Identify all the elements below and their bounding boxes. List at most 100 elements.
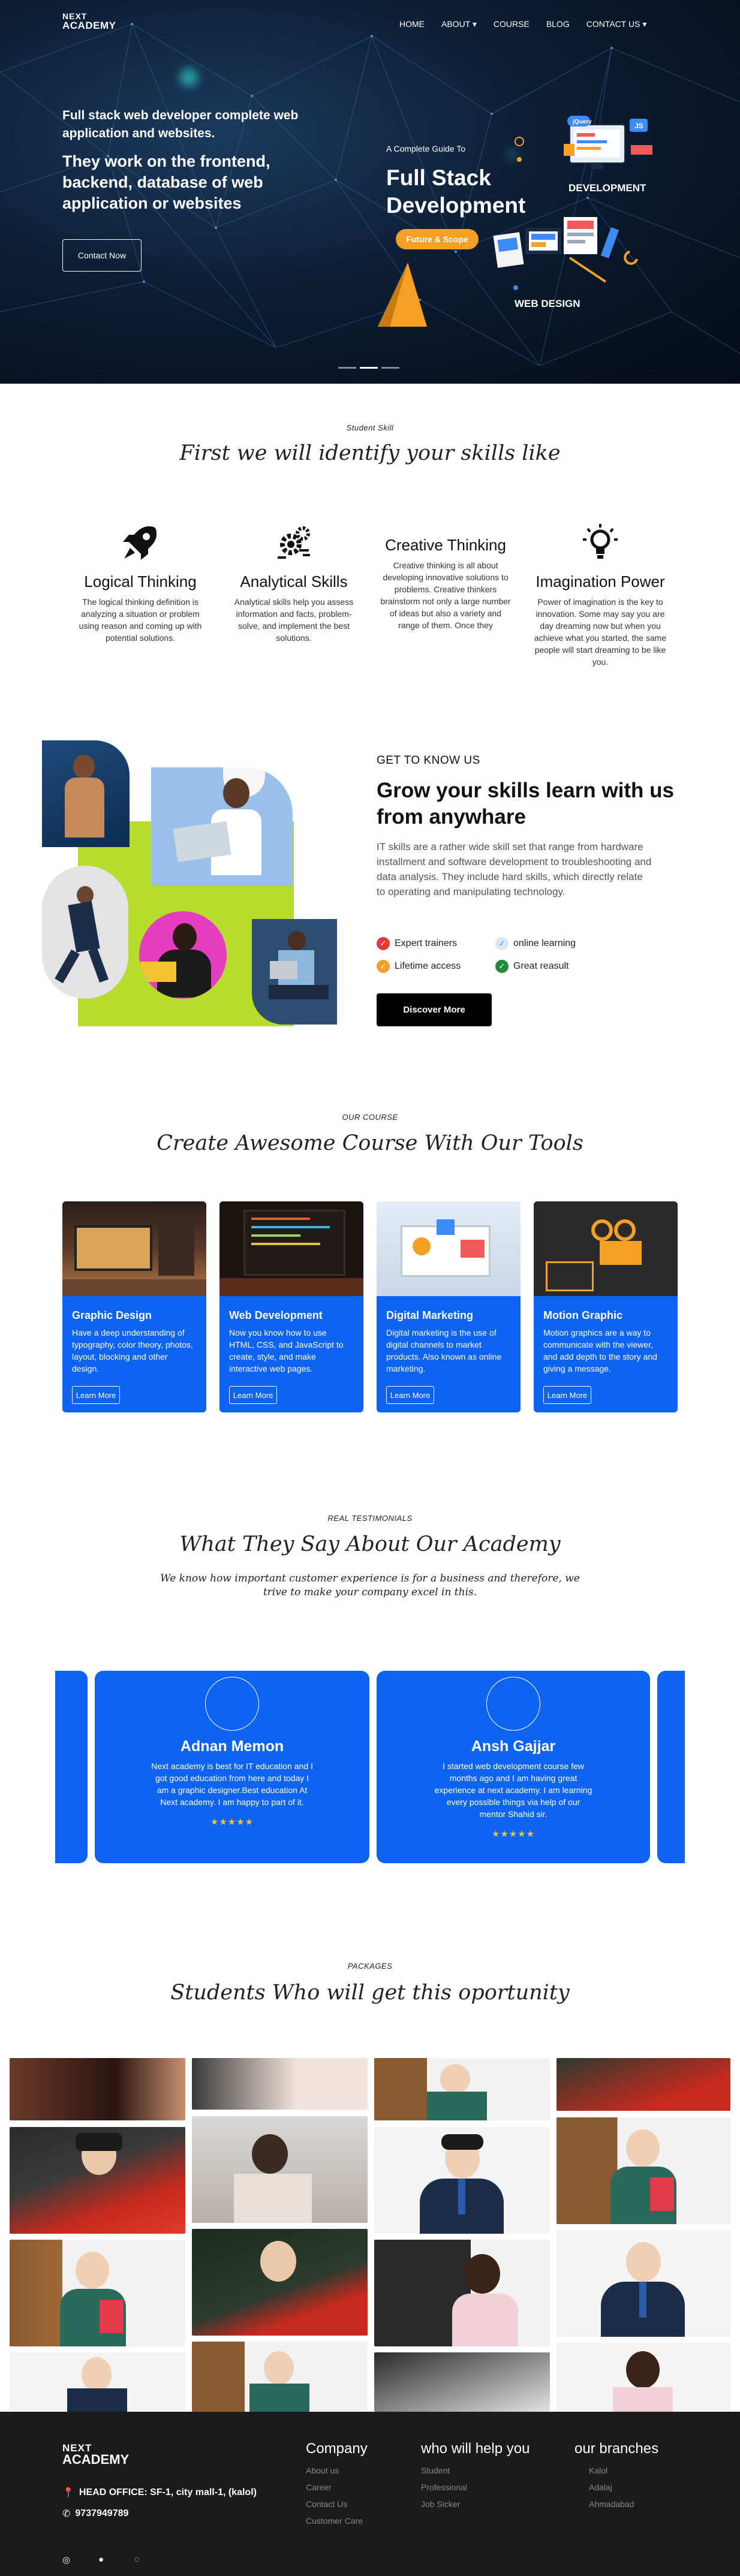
course-text: Now you know how to use HTML, CSS, and J… xyxy=(229,1328,344,1373)
gallery-photo xyxy=(556,2343,730,2412)
footer-link[interactable]: Adalaj xyxy=(574,2482,658,2492)
slider-dot-active[interactable] xyxy=(360,367,378,369)
avatar xyxy=(486,1677,540,1731)
hero-banner: jQuery JS NEXT ACADEMY HOME ABOUT ▾ COUR… xyxy=(0,0,740,384)
footer-link[interactable]: About us xyxy=(306,2466,368,2475)
nav-course[interactable]: COURSE xyxy=(494,19,530,29)
instagram-icon[interactable]: ◎ xyxy=(62,2554,70,2565)
skill-text: Creative thinking is all about developin… xyxy=(380,561,511,630)
course-text: Have a deep understanding of typography,… xyxy=(72,1328,193,1373)
footer-link[interactable]: Contact Us xyxy=(306,2499,368,2509)
courses-kicker: OUR COURSE xyxy=(342,1113,398,1122)
courses-title: Create Awesome Course With Our Tools xyxy=(157,1131,583,1155)
nav-home[interactable]: HOME xyxy=(399,19,425,29)
grow-text: IT skills are a rather wide skill set th… xyxy=(377,841,652,897)
logo-line2: ACADEMY xyxy=(62,20,116,31)
grow-kicker: GET TO KNOW US xyxy=(377,754,480,767)
discover-more-button[interactable]: Discover More xyxy=(377,993,492,1026)
guide-title-line2: Development xyxy=(386,193,526,218)
gallery-photo xyxy=(192,2229,368,2336)
feature-expert-trainers: ✓ Expert trainers xyxy=(377,937,457,950)
gallery-photo xyxy=(10,2240,185,2346)
gallery-photo xyxy=(374,2058,550,2120)
packages-kicker: PACKAGES xyxy=(347,1962,393,1971)
gallery-photo xyxy=(10,2352,185,2412)
footer-link[interactable]: Student xyxy=(421,2466,530,2475)
slider-dots xyxy=(338,367,399,369)
testimonial-card-peek-left[interactable] xyxy=(55,1671,88,1863)
guide-title: Full Stack Development xyxy=(386,164,525,219)
future-scope-badge: Future & Scope xyxy=(396,229,479,249)
slider-dot[interactable] xyxy=(338,367,356,369)
course-title: Graphic Design xyxy=(72,1309,152,1321)
rocket-icon xyxy=(123,526,157,560)
skill-text: Analytical skills help you assess inform… xyxy=(234,597,354,643)
location-icon: 📍 xyxy=(62,2488,74,2498)
gears-icon xyxy=(278,526,310,559)
nav-contact[interactable]: CONTACT US ▾ xyxy=(586,19,647,29)
course-card-digital-marketing: Digital Marketing Digital marketing is t… xyxy=(377,1201,521,1412)
collage-photo-woman-pink xyxy=(139,911,227,999)
whatsapp-icon[interactable]: ◌ xyxy=(134,2554,140,2565)
gallery-photo xyxy=(374,2240,550,2346)
skill-analytical: Analytical Skills Analytical skills help… xyxy=(228,522,360,644)
gallery-photo xyxy=(192,2116,368,2223)
footer-col-help: who will help you Student Professional J… xyxy=(421,2441,530,2509)
web-design-label: WEB DESIGN xyxy=(515,298,580,309)
grow-title: Grow your skills learn with us from anyw… xyxy=(377,779,674,828)
gallery-photo xyxy=(556,2058,730,2111)
contact-now-button[interactable]: Contact Now xyxy=(62,239,142,272)
course-text: Motion graphics are a way to communicate… xyxy=(543,1328,657,1373)
footer-phone[interactable]: ✆ 9737949789 xyxy=(62,2508,128,2520)
footer-link[interactable]: Professional xyxy=(421,2482,530,2492)
testimonial-card: Adnan Memon Next academy is best for IT … xyxy=(95,1671,369,1863)
learn-more-button[interactable]: Learn More xyxy=(229,1386,277,1404)
footer-link[interactable]: Ahmadabad xyxy=(574,2499,658,2509)
facebook-icon[interactable]: ● xyxy=(98,2554,104,2565)
testimonial-card-peek-right[interactable] xyxy=(657,1671,685,1863)
gallery-photo xyxy=(10,2127,185,2234)
avatar xyxy=(205,1677,259,1731)
footer-link[interactable]: Customer Care xyxy=(306,2516,368,2526)
skill-title: Imagination Power xyxy=(536,573,665,590)
gallery-photo xyxy=(374,2352,550,2412)
footer-link[interactable]: Job Sicker xyxy=(421,2499,530,2509)
collage-photo-smiling-girl xyxy=(151,767,293,886)
hero-line1: Full stack web developer complete web ap… xyxy=(62,109,299,140)
logo-line1: NEXT xyxy=(62,11,88,21)
testimonial-card: Ansh Gajjar I started web development co… xyxy=(377,1671,650,1863)
course-card-graphic-design: Graphic Design Have a deep understanding… xyxy=(62,1201,206,1412)
learn-more-button[interactable]: Learn More xyxy=(543,1386,591,1404)
glow-dot xyxy=(507,150,517,159)
gallery-photo xyxy=(556,2230,730,2337)
svg-text:jQuery: jQuery xyxy=(572,119,592,125)
course-card-motion-graphic: Motion Graphic Motion graphics are a way… xyxy=(534,1201,678,1412)
skill-creative: Creative Thinking Creative thinking is a… xyxy=(379,530,512,631)
course-card-web-development: Web Development Now you know how to use … xyxy=(219,1201,363,1412)
gallery-photo xyxy=(192,2342,368,2412)
footer-logo[interactable]: NEXT ACADEMY xyxy=(62,2443,129,2466)
footer-col-company: Company About us Career Contact Us Custo… xyxy=(306,2441,368,2526)
skill-text: The logical thinking definition is analy… xyxy=(79,597,202,643)
rating-stars: ★★★★★ xyxy=(491,1829,536,1839)
glow-dot xyxy=(180,68,198,86)
gallery-photo xyxy=(192,2058,368,2110)
footer-link[interactable]: Career xyxy=(306,2482,368,2492)
gallery-photo xyxy=(10,2058,185,2120)
logo-line2: ACADEMY xyxy=(62,2452,130,2467)
testimonials-subtitle: We know how important customer experienc… xyxy=(0,1572,740,1599)
site-logo[interactable]: NEXT ACADEMY xyxy=(62,12,116,31)
course-text: Digital marketing is the use of digital … xyxy=(386,1328,502,1373)
skill-title: Logical Thinking xyxy=(84,573,197,590)
svg-text:JS: JS xyxy=(634,122,643,130)
nav-about[interactable]: ABOUT ▾ xyxy=(441,19,477,29)
main-nav: HOME ABOUT ▾ COURSE BLOG CONTACT US ▾ xyxy=(399,19,663,29)
learn-more-button[interactable]: Learn More xyxy=(72,1386,120,1404)
skill-imagination: Imagination Power Power of imagination i… xyxy=(531,522,669,668)
footer-link[interactable]: Kalol xyxy=(574,2466,658,2475)
learn-more-button[interactable]: Learn More xyxy=(386,1386,434,1404)
nav-blog[interactable]: BLOG xyxy=(546,19,570,29)
testimonials-title: What They Say About Our Academy xyxy=(179,1532,561,1556)
feature-label: Expert trainers xyxy=(395,938,458,948)
slider-dot[interactable] xyxy=(381,367,399,369)
